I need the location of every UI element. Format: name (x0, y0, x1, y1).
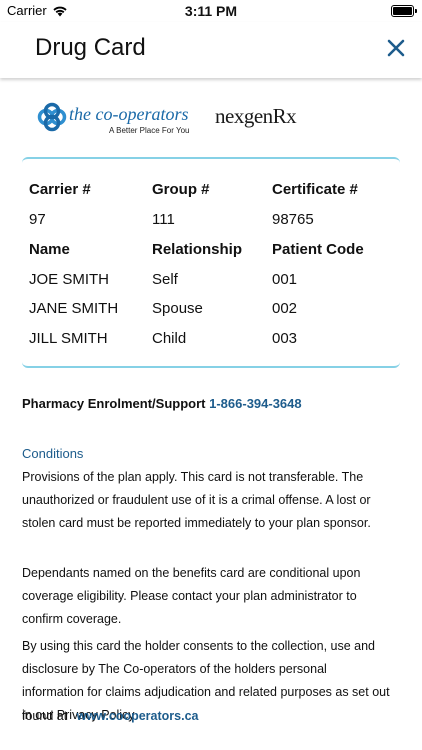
status-bar: Carrier 3:11 PM (0, 0, 422, 22)
card-value-row: 97 111 98765 (29, 211, 399, 239)
nexgenrx-logo: nexgenRx (215, 100, 315, 140)
cooperators-logo: the co-operators A Better Place For You (37, 100, 202, 140)
member-relationship: Spouse (152, 300, 203, 317)
battery-icon (391, 5, 417, 17)
page-title: Drug Card (35, 34, 146, 61)
support-line: Pharmacy Enrolment/Support 1-866-394-364… (22, 396, 302, 411)
member-name: JILL SMITH (29, 330, 108, 347)
member-code: 002 (272, 300, 298, 317)
member-relationship: Self (152, 271, 178, 288)
member-name: JANE SMITH (29, 300, 119, 317)
nav-header: Drug Card (0, 22, 422, 78)
certificate-value: 98765 (272, 211, 314, 228)
member-code: 003 (272, 330, 298, 347)
found-at-text: found at (22, 709, 68, 723)
carrier-value: 97 (29, 211, 46, 228)
member-row: JOE SMITH Self 001 (29, 271, 399, 299)
cooperators-website-link[interactable]: www.cooperators.ca (77, 709, 199, 723)
patient-code-header: Patient Code (272, 241, 364, 258)
clock: 3:11 PM (184, 3, 238, 19)
cooperators-tagline: A Better Place For You (109, 126, 190, 135)
logo-row: the co-operators A Better Place For You … (0, 96, 422, 142)
member-code: 001 (272, 271, 298, 288)
conditions-heading: Conditions (22, 446, 84, 461)
conditions-paragraph: Provisions of the plan apply. This card … (22, 470, 371, 530)
cooperators-emblem-icon (37, 102, 67, 132)
relationship-header: Relationship (152, 241, 243, 258)
card-header-row: Carrier # Group # Certificate # (29, 181, 399, 209)
close-icon[interactable] (384, 36, 408, 60)
name-header: Name (29, 241, 70, 258)
members-header-row: Name Relationship Patient Code (29, 241, 399, 269)
carrier-header: Carrier # (29, 181, 91, 198)
group-header: Group # (152, 181, 210, 198)
member-row: JILL SMITH Child 003 (29, 330, 399, 358)
cooperators-name: the co-operators (69, 104, 189, 124)
support-phone-link[interactable]: 1-866-394-3648 (209, 396, 302, 411)
member-row: JANE SMITH Spouse 002 (29, 300, 399, 328)
group-value: 111 (152, 211, 175, 228)
nexgenrx-name: nexgenRx (215, 104, 297, 128)
member-name: JOE SMITH (29, 271, 110, 288)
drug-card: Carrier # Group # Certificate # 97 111 9… (22, 157, 400, 368)
conditions-paragraph: Dependants named on the benefits card ar… (22, 566, 361, 626)
support-label: Pharmacy Enrolment/Support (22, 396, 206, 411)
member-relationship: Child (152, 330, 187, 347)
privacy-line: found at www.cooperators.ca (22, 705, 392, 728)
certificate-header: Certificate # (272, 181, 358, 198)
